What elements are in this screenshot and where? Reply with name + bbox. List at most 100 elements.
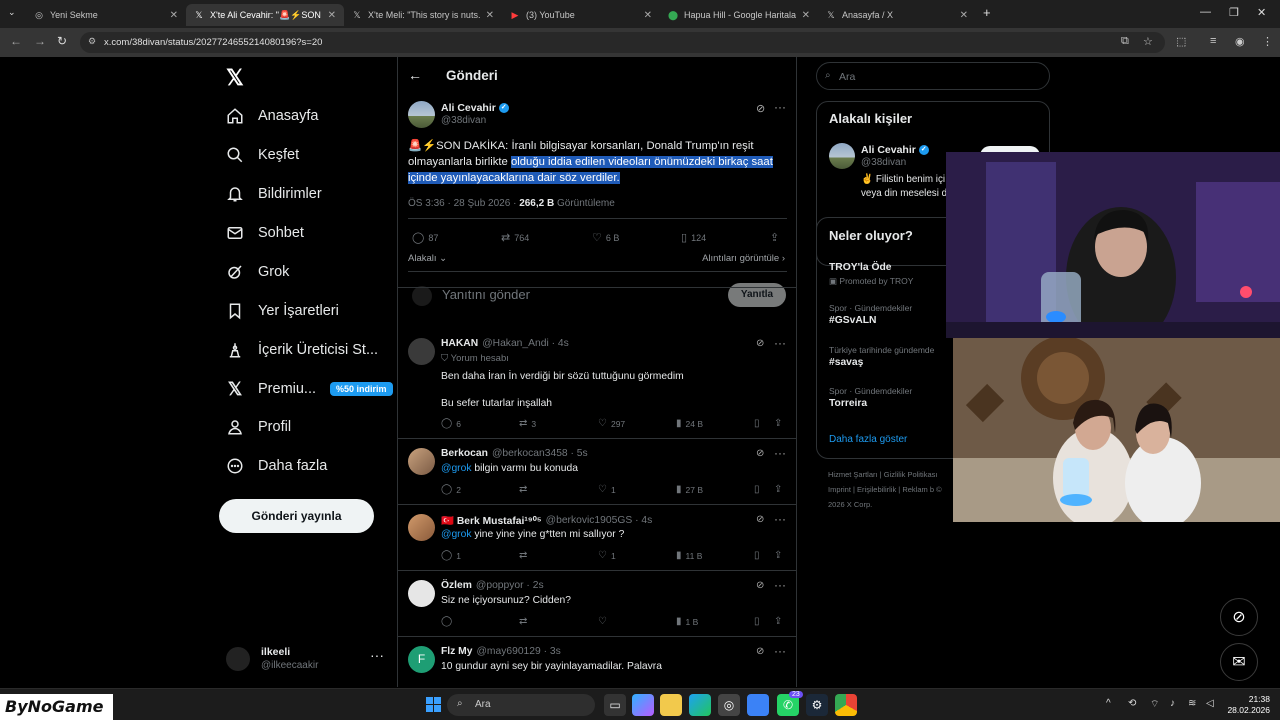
- reply-count-button[interactable]: ◯ 6: [441, 418, 461, 429]
- list-item[interactable]: Berkocan @berkocan3458 · 5s ⊘ ··· @grok …: [398, 439, 796, 505]
- like-count-button[interactable]: ♡ 297: [598, 418, 625, 429]
- maximize-button[interactable]: ❐: [1229, 6, 1239, 19]
- grok-icon[interactable]: ⊘: [756, 102, 765, 115]
- more-icon[interactable]: ···: [774, 578, 786, 592]
- list-item[interactable]: HAKAN @Hakan_Andi · 4s ⊘ ··· ⛉ Yorum hes…: [398, 329, 796, 439]
- task-view-icon[interactable]: ▭: [604, 694, 626, 716]
- reply-count-button[interactable]: ◯ 87: [412, 231, 438, 244]
- more-icon[interactable]: ···: [774, 644, 786, 658]
- views-count-button[interactable]: ▮ 27 B: [676, 484, 703, 495]
- like-count-button[interactable]: ♡ 1: [598, 550, 616, 561]
- reply-input[interactable]: Yanıtını gönder: [442, 287, 530, 302]
- back-arrow-icon[interactable]: ←: [408, 67, 422, 83]
- grok-icon[interactable]: ⊘: [756, 338, 764, 349]
- post-handle[interactable]: @38divan: [441, 115, 486, 126]
- more-icon[interactable]: ···: [774, 100, 786, 114]
- close-icon[interactable]: ✕: [328, 10, 336, 21]
- share-button[interactable]: ⇪: [774, 616, 786, 627]
- file-explorer-icon[interactable]: [660, 694, 682, 716]
- avatar[interactable]: [408, 580, 435, 607]
- close-window-button[interactable]: ✕: [1257, 6, 1266, 19]
- chrome-icon[interactable]: [835, 694, 857, 716]
- account-switcher[interactable]: ilkeeli @ilkeecaakir ···: [226, 643, 386, 677]
- sync-icon[interactable]: ⟲: [1128, 698, 1136, 709]
- steam-app-icon[interactable]: ⚙: [806, 694, 828, 716]
- post-author[interactable]: Ali Cevahir ✓: [441, 102, 509, 114]
- close-icon[interactable]: ✕: [486, 10, 494, 21]
- bookmark-button[interactable]: ▯: [754, 550, 764, 561]
- show-more-link[interactable]: Daha fazla göster: [829, 434, 907, 445]
- avatar[interactable]: [408, 338, 435, 365]
- views-count-button[interactable]: ▮ 1 B: [676, 616, 698, 627]
- repost-count-button[interactable]: ⇄ 764: [501, 231, 529, 244]
- share-button[interactable]: ⇪: [770, 231, 783, 244]
- avatar[interactable]: [829, 143, 855, 169]
- wifi-icon[interactable]: ≋: [1188, 698, 1196, 709]
- search-input[interactable]: ⌕ Ara: [816, 62, 1050, 90]
- install-app-icon[interactable]: ⧉: [1121, 35, 1129, 48]
- reload-button[interactable]: ↻: [57, 34, 67, 48]
- tab-new-tab[interactable]: ◎ Yeni Sekme ✕: [26, 4, 186, 26]
- steam-icon[interactable]: ◎: [718, 694, 740, 716]
- tab-x-home[interactable]: 𝕏 Anasayfa / X ✕: [818, 4, 976, 26]
- bookmark-star-icon[interactable]: ☆: [1143, 35, 1153, 48]
- x-logo[interactable]: 𝕏: [226, 65, 244, 91]
- close-icon[interactable]: ✕: [802, 10, 810, 21]
- nav-item-bookmarks[interactable]: Yer İşaretleri: [226, 302, 339, 320]
- grok-icon[interactable]: ⊘: [756, 646, 764, 657]
- related-person-name[interactable]: Ali Cevahir ✓: [861, 144, 929, 156]
- minimize-button[interactable]: —: [1200, 6, 1211, 18]
- more-icon[interactable]: ···: [774, 512, 786, 526]
- nav-item-explore[interactable]: Keşfet: [226, 146, 299, 164]
- tab-youtube[interactable]: ▶ (3) YouTube ✕: [502, 4, 660, 26]
- compose-post-button[interactable]: Gönderi yayınla: [219, 499, 374, 533]
- share-button[interactable]: ⇪: [774, 484, 786, 495]
- nav-item-grok[interactable]: Grok: [226, 263, 289, 281]
- tab-ali-cevahir[interactable]: 𝕏 X'te Ali Cevahir: "🚨⚡SON DAKİKA ✕: [186, 4, 344, 26]
- mention-link[interactable]: @grok: [441, 463, 471, 474]
- nav-item-notifications[interactable]: Bildirimler: [226, 185, 322, 203]
- avatar[interactable]: F: [408, 646, 435, 673]
- windows-start-button[interactable]: [426, 697, 441, 712]
- taskbar-search[interactable]: ⌕ Ara: [447, 694, 595, 716]
- reading-list-icon[interactable]: ≡: [1210, 35, 1216, 47]
- grok-icon[interactable]: ⊘: [756, 448, 764, 459]
- tray-overflow-icon[interactable]: ^: [1106, 698, 1111, 709]
- post-timestamp[interactable]: ÖS 3:36 · 28 Şub 2026 ·: [408, 198, 519, 209]
- edge-icon[interactable]: [689, 694, 711, 716]
- share-button[interactable]: ⇪: [774, 550, 786, 561]
- volume-icon[interactable]: ◁: [1206, 698, 1214, 709]
- network-icon[interactable]: ⌔: [1150, 698, 1159, 711]
- microphone-icon[interactable]: ♪: [1170, 698, 1175, 709]
- grok-icon[interactable]: ⊘: [756, 580, 764, 591]
- bookmark-button[interactable]: ▯: [754, 484, 764, 495]
- browser-menu-icon[interactable]: ⋮: [1262, 35, 1273, 48]
- profile-avatar[interactable]: ◉: [1235, 35, 1245, 48]
- view-quotes-link[interactable]: Alıntıları görüntüle ›: [702, 253, 785, 264]
- site-info-icon[interactable]: ⚙: [88, 36, 96, 47]
- like-count-button[interactable]: ♡ 1: [598, 484, 616, 495]
- nav-item-creator-studio[interactable]: İçerik Üreticisi St...: [226, 341, 378, 359]
- tab-google-maps[interactable]: ⬤ Hapua Hill - Google Haritalar ✕: [660, 4, 818, 26]
- views-count-button[interactable]: ▮ 11 B: [676, 550, 702, 561]
- repost-count-button[interactable]: ⇄ 3: [519, 418, 536, 429]
- share-button[interactable]: ⇪: [774, 418, 786, 429]
- avatar[interactable]: [408, 101, 435, 128]
- extensions-icon[interactable]: ⬚: [1176, 35, 1186, 48]
- tab-meli[interactable]: 𝕏 X'te Meli: "This story is nuts. Thi ✕: [344, 4, 502, 26]
- more-icon[interactable]: ···: [370, 647, 384, 663]
- list-item[interactable]: F Flz My @may690129 · 3s ⊘ ··· 10 gundur…: [398, 637, 796, 687]
- reply-sort-dropdown[interactable]: Alakalı ⌄: [408, 253, 447, 264]
- repost-count-button[interactable]: ⇄: [519, 550, 531, 561]
- more-icon[interactable]: ···: [774, 336, 786, 350]
- new-tab-button[interactable]: +: [983, 5, 991, 20]
- list-item[interactable]: 🇹🇷 Berk Mustafai¹⁹⁰⁵ @berkovic1905GS · 4…: [398, 505, 796, 571]
- url-field[interactable]: ⚙ x.com/38divan/status/20277246552140801…: [80, 32, 1165, 53]
- bookmark-button[interactable]: ▯: [754, 418, 764, 429]
- bookmark-count-button[interactable]: ▯ 124: [681, 231, 706, 244]
- more-icon[interactable]: ···: [774, 446, 786, 460]
- list-item[interactable]: Özlem @poppyor · 2s ⊘ ··· Siz ne içiyors…: [398, 571, 796, 637]
- related-person-handle[interactable]: @38divan: [861, 157, 906, 168]
- forward-button[interactable]: →: [34, 34, 46, 48]
- store-icon[interactable]: [747, 694, 769, 716]
